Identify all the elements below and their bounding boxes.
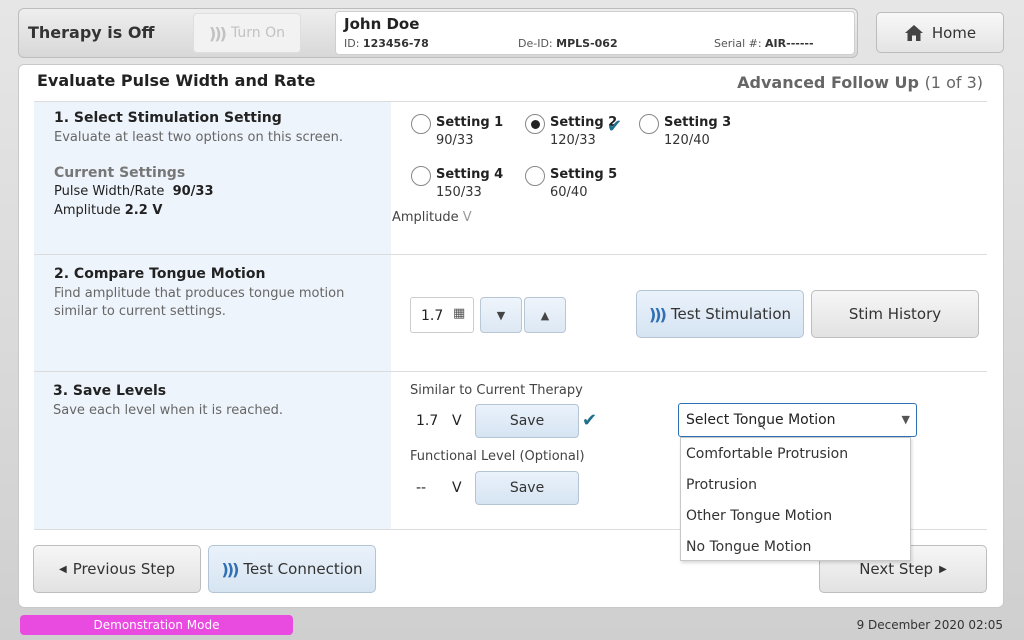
demo-mode-badge: Demonstration Mode <box>20 615 293 635</box>
patient-id: ID: 123456-78 <box>344 37 429 50</box>
wireless-icon: ))) <box>648 304 667 324</box>
radio-circle[interactable] <box>639 114 659 134</box>
setting-value: 120/33 <box>550 133 596 148</box>
setting-value: 60/40 <box>550 185 588 200</box>
section-2-desc: Find amplitude that produces tongue moti… <box>54 286 345 319</box>
radio-circle[interactable] <box>525 166 545 186</box>
page-title: Evaluate Pulse Width and Rate <box>37 71 316 90</box>
arrow-up-icon: ▲ <box>540 308 550 322</box>
section-3-title: 3. Save Levels <box>53 383 167 399</box>
amplitude-up-button[interactable]: ▲ <box>524 297 566 333</box>
section-3-desc: Save each level when it is reached. <box>53 403 283 418</box>
home-button[interactable]: Home <box>876 12 1004 53</box>
radio-circle[interactable] <box>411 114 431 134</box>
home-icon <box>904 24 923 41</box>
setting-value: 150/33 <box>436 185 482 200</box>
option-protrusion[interactable]: Protrusion <box>681 469 910 500</box>
option-comfortable-protrusion[interactable]: Comfortable Protrusion <box>681 438 910 469</box>
divider <box>34 254 987 255</box>
therapy-status: Therapy is Off <box>28 23 155 42</box>
save-similar-button[interactable]: Save <box>475 404 579 438</box>
similar-level-field: 1.7 V <box>410 404 470 438</box>
section-1-desc: Evaluate at least two options on this sc… <box>54 130 344 145</box>
setting-label: Setting 3 <box>664 115 732 130</box>
functional-level-label: Functional Level (Optional) <box>410 449 585 464</box>
previous-step-button[interactable]: ◀ Previous Step <box>33 545 201 593</box>
wireless-icon: ))) <box>221 559 239 579</box>
current-settings-label: Current Settings <box>54 165 186 181</box>
radio-circle[interactable] <box>411 166 431 186</box>
setting-value: 120/40 <box>664 133 710 148</box>
triangle-right-icon: ▶ <box>939 563 947 575</box>
tongue-motion-select[interactable]: Select Tongue Motion ▼ <box>678 403 917 437</box>
setting-value: 90/33 <box>436 133 474 148</box>
checkmark-icon: ✔ <box>607 116 623 137</box>
section-2-title: 2. Compare Tongue Motion <box>54 266 266 282</box>
patient-deid: De-ID: MPLS-062 <box>518 37 618 50</box>
triangle-left-icon: ◀ <box>58 563 67 575</box>
option-other-tongue-motion[interactable]: Other Tongue Motion <box>681 500 910 531</box>
home-label: Home <box>931 23 977 42</box>
divider <box>34 101 987 102</box>
amplitude-label: Amplitude V <box>392 210 472 225</box>
current-pulse-width: Pulse Width/Rate 90/33 <box>54 184 214 199</box>
datetime: 9 December 2020 02:05 <box>856 618 1003 632</box>
device-serial: Serial #: AIR------ <box>714 37 814 50</box>
mouse-cursor-icon: ↖ <box>757 419 768 433</box>
previous-step-label: Previous Step <box>72 560 175 578</box>
stim-history-label: Stim History <box>848 305 942 323</box>
amplitude-down-button[interactable]: ▼ <box>480 297 522 333</box>
status-bar: Therapy is Off ))) Turn On John Doe ID: … <box>18 8 858 58</box>
setting-label: Setting 1 <box>436 115 504 130</box>
tongue-motion-options: Comfortable Protrusion Protrusion Other … <box>680 437 911 561</box>
current-amplitude: Amplitude 2.2 V <box>54 203 163 218</box>
setting-3-radio[interactable]: Setting 3 120/40 <box>639 112 759 152</box>
option-no-tongue-motion[interactable]: No Tongue Motion <box>681 531 910 562</box>
test-stimulation-button[interactable]: ))) Test Stimulation <box>636 290 804 338</box>
amplitude-input[interactable]: 1.7 ▦ <box>410 297 474 333</box>
patient-info: John Doe ID: 123456-78 De-ID: MPLS-062 S… <box>335 11 855 55</box>
patient-name: John Doe <box>344 15 420 33</box>
dropdown-caret-icon: ▼ <box>901 413 910 426</box>
setting-label: Setting 5 <box>550 167 618 182</box>
test-stimulation-label: Test Stimulation <box>670 305 792 323</box>
similar-therapy-label: Similar to Current Therapy <box>410 383 583 398</box>
setting-4-radio[interactable]: Setting 4 150/33 <box>411 164 531 204</box>
checkmark-icon: ✔ <box>582 410 598 431</box>
divider <box>34 371 987 372</box>
workflow-title: Advanced Follow Up (1 of 3) <box>737 73 983 92</box>
setting-2-radio[interactable]: Setting 2 120/33 <box>525 112 645 152</box>
functional-level-field: -- V <box>410 471 470 505</box>
amplitude-value: 1.7 <box>421 308 444 324</box>
next-step-label: Next Step <box>859 560 934 578</box>
stim-history-button[interactable]: Stim History <box>811 290 979 338</box>
test-connection-label: Test Connection <box>243 560 363 578</box>
wireless-icon: ))) <box>209 23 227 43</box>
setting-label: Setting 4 <box>436 167 504 182</box>
test-connection-button[interactable]: ))) Test Connection <box>208 545 376 593</box>
turn-on-label: Turn On <box>230 25 285 41</box>
step-indicator: (1 of 3) <box>924 73 983 92</box>
save-functional-button[interactable]: Save <box>475 471 579 505</box>
setting-1-radio[interactable]: Setting 1 90/33 <box>411 112 531 152</box>
turn-on-button[interactable]: ))) Turn On <box>193 13 301 53</box>
radio-circle-selected[interactable] <box>525 114 545 134</box>
section-1-title: 1. Select Stimulation Setting <box>54 110 282 126</box>
keypad-icon[interactable]: ▦ <box>453 306 465 321</box>
arrow-down-icon: ▼ <box>496 308 506 322</box>
setting-5-radio[interactable]: Setting 5 60/40 <box>525 164 645 204</box>
